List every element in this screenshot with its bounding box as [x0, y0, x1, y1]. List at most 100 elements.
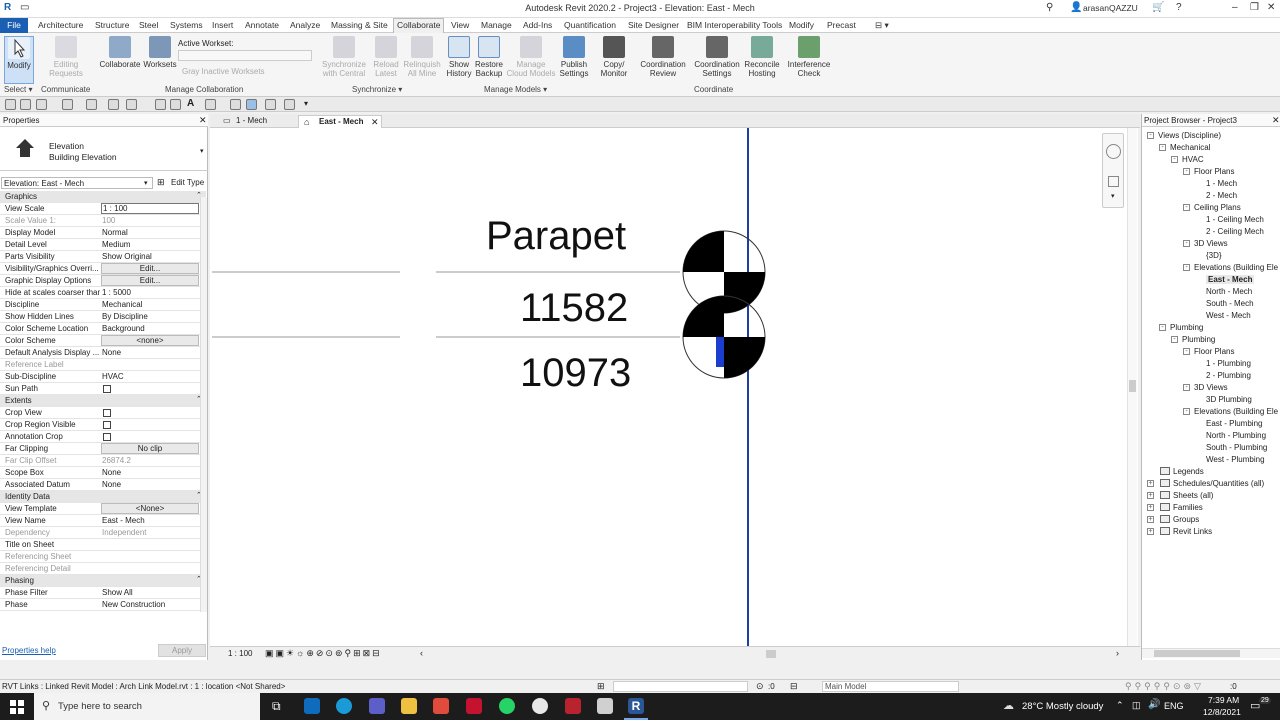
browser-node[interactable]: 3D Views [1194, 383, 1228, 392]
help-icon[interactable]: ? [1176, 2, 1182, 13]
collapse-icon[interactable]: - [1183, 348, 1190, 355]
browser-node[interactable]: East - Mech [1206, 275, 1255, 284]
menu-view[interactable]: View [451, 20, 469, 30]
3d-view-icon[interactable] [205, 99, 216, 110]
browser-node[interactable]: Floor Plans [1194, 347, 1234, 356]
browser-node[interactable]: Legends [1173, 467, 1204, 476]
property-value[interactable]: Background [102, 324, 200, 333]
restore-backup-button[interactable]: Restore Backup [474, 36, 504, 78]
qat-dropdown-icon[interactable]: ▾ [304, 99, 308, 108]
file-explorer-icon[interactable] [401, 698, 417, 714]
menu-systems[interactable]: Systems [170, 20, 203, 30]
browser-node[interactable]: Revit Links [1173, 527, 1212, 536]
edge-icon[interactable] [336, 698, 352, 714]
windows-start-icon[interactable] [10, 700, 24, 714]
close-window-icon[interactable]: ✕ [1267, 2, 1275, 13]
menu-bim-interop[interactable]: BIM Interoperability Tools [687, 20, 782, 30]
reconcile-hosting-button[interactable]: Reconcile Hosting [744, 36, 780, 78]
collapse-icon[interactable]: - [1159, 144, 1166, 151]
browser-node[interactable]: 2 - Mech [1206, 191, 1237, 200]
expand-icon[interactable]: + [1147, 480, 1154, 487]
expand-icon[interactable]: + [1147, 516, 1154, 523]
property-value[interactable]: Mechanical [102, 300, 200, 309]
type-selector[interactable]: Elevation Building Elevation ▾ [0, 129, 208, 171]
browser-node[interactable]: Mechanical [1170, 143, 1210, 152]
show-history-button[interactable]: Show History [445, 36, 473, 78]
properties-help-link[interactable]: Properties help [2, 646, 56, 655]
collapse-icon[interactable]: - [1159, 324, 1166, 331]
property-row[interactable]: Phasing ⌃ [0, 575, 206, 587]
publish-settings-button[interactable]: Publish Settings [558, 36, 590, 78]
nav-dropdown-icon[interactable]: ▾ [1111, 192, 1115, 200]
scroll-right-icon[interactable]: › [1116, 648, 1119, 658]
browser-scroll-thumb[interactable] [1154, 650, 1240, 657]
manage-cloud-button[interactable]: Manage Cloud Models [506, 36, 556, 78]
menu-analyze[interactable]: Analyze [290, 20, 320, 30]
browser-node[interactable]: Groups [1173, 515, 1199, 524]
browser-node[interactable]: Schedules/Quantities (all) [1173, 479, 1264, 488]
browser-node[interactable]: North - Plumbing [1206, 431, 1266, 440]
redo-icon[interactable] [86, 99, 97, 110]
vertical-scroll-thumb[interactable] [1129, 380, 1136, 392]
tag-icon[interactable] [170, 99, 181, 110]
type-dropdown-icon[interactable]: ▾ [200, 147, 204, 155]
app-icon-crimson[interactable] [565, 698, 581, 714]
elevation-value-upper[interactable]: 11582 [520, 288, 628, 328]
active-workset-status-select[interactable] [613, 681, 748, 692]
property-value[interactable]: Show All [102, 588, 200, 597]
browser-node[interactable]: {3D} [1206, 251, 1222, 260]
text-icon[interactable]: A [187, 98, 194, 109]
apply-button[interactable]: Apply [158, 644, 206, 657]
selection-filter-icons[interactable]: ⚲⚲⚲⚲⚲⊙⊚▽ [1125, 681, 1204, 692]
browser-node[interactable]: Elevations (Building Ele [1194, 407, 1278, 416]
ribbon-options-icon[interactable]: ⊟ ▾ [875, 20, 889, 31]
task-view-icon[interactable]: ⧉ [272, 699, 281, 714]
view-controls-icons[interactable]: ▣▣☀☼⊕⊘⊙⊚⚲⊞⊠⊟ [265, 648, 382, 659]
reload-latest-button[interactable]: Reload Latest [370, 36, 402, 78]
property-value[interactable]: By Discipline [102, 312, 200, 321]
menu-modify[interactable]: Modify [789, 20, 814, 30]
browser-node[interactable]: 2 - Ceiling Mech [1206, 227, 1264, 236]
volume-icon[interactable]: 🔊 [1148, 699, 1160, 710]
revit-taskbar-icon[interactable]: R [628, 698, 644, 714]
property-value[interactable]: 1 : 100 [101, 203, 199, 214]
browser-node[interactable]: Sheets (all) [1173, 491, 1213, 500]
browser-node[interactable]: 3D Plumbing [1206, 395, 1252, 404]
close-browser-icon[interactable]: ✕ [1272, 115, 1280, 126]
restore-icon[interactable]: ❐ [1250, 2, 1259, 13]
property-value[interactable]: HVAC [102, 372, 200, 381]
menu-architecture[interactable]: Architecture [38, 20, 83, 30]
browser-node[interactable]: HVAC [1182, 155, 1204, 164]
edit-type-button[interactable]: ⊞ Edit Type [157, 177, 207, 189]
close-properties-icon[interactable]: ✕ [199, 115, 207, 126]
property-value[interactable]: None [102, 348, 200, 357]
collapse-icon[interactable]: - [1183, 168, 1190, 175]
property-value[interactable]: None [102, 480, 200, 489]
app-icon-red[interactable] [433, 698, 449, 714]
copy-monitor-button[interactable]: Copy/ Monitor [597, 36, 631, 78]
whatsapp-icon[interactable] [499, 698, 515, 714]
browser-node[interactable]: Floor Plans [1194, 167, 1234, 176]
browser-node[interactable]: Elevations (Building Ele [1194, 263, 1278, 272]
property-row[interactable]: Graphics ⌃ [0, 191, 206, 203]
view-scale-control[interactable]: 1 : 100 [228, 649, 252, 658]
property-checkbox[interactable] [103, 421, 111, 429]
collapse-icon[interactable]: - [1147, 132, 1154, 139]
coordination-review-button[interactable]: Coordination Review [638, 36, 688, 78]
browser-node[interactable]: 1 - Ceiling Mech [1206, 215, 1264, 224]
collaborate-button[interactable]: Collaborate [98, 36, 142, 69]
tray-chevron-icon[interactable]: ⌃ [1116, 700, 1124, 711]
network-icon[interactable]: ◫ [1132, 700, 1141, 711]
collapse-icon[interactable]: - [1183, 240, 1190, 247]
dimension-icon[interactable] [155, 99, 166, 110]
user-name[interactable]: arasanQAZZU [1083, 3, 1138, 13]
app-icon-gray[interactable] [597, 698, 613, 714]
menu-steel[interactable]: Steel [139, 20, 158, 30]
browser-node[interactable]: West - Plumbing [1206, 455, 1265, 464]
menu-collaborate[interactable]: Collaborate [393, 18, 445, 33]
property-edit-button[interactable]: Edit... [101, 263, 199, 274]
sync-central-button[interactable]: Synchronize with Central [320, 36, 368, 78]
outlook-icon[interactable] [304, 698, 320, 714]
active-workset-select[interactable] [178, 50, 312, 61]
expand-icon[interactable]: + [1147, 492, 1154, 499]
